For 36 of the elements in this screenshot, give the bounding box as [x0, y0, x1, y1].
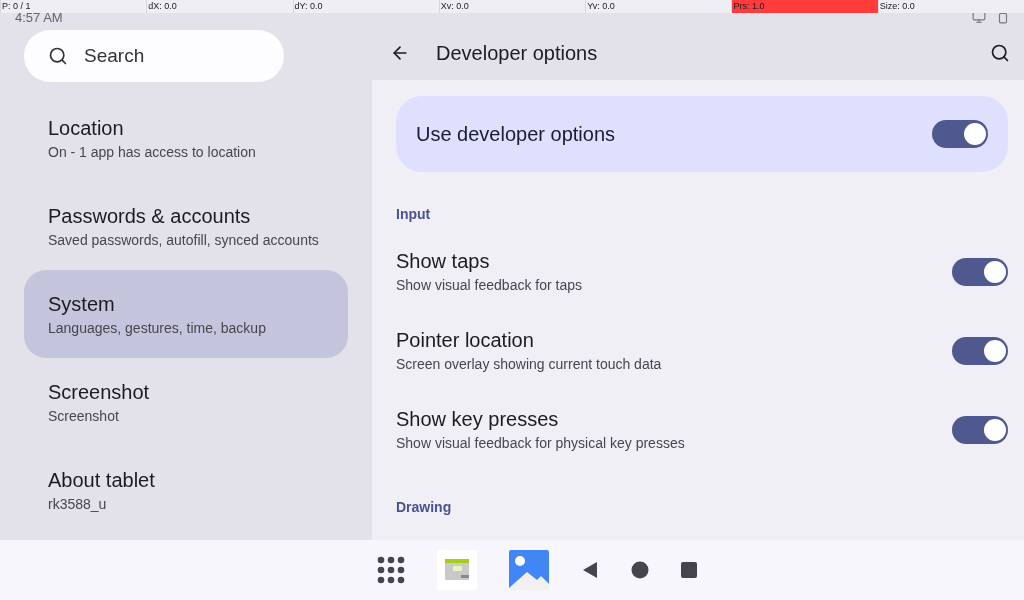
battery-icon — [996, 10, 1010, 24]
search-field[interactable]: Search — [24, 30, 284, 82]
clock: 4:57 AM — [15, 10, 63, 26]
sidebar-item[interactable]: System Languages, gestures, time, backup — [24, 270, 348, 358]
setting-title: Use developer options — [416, 122, 615, 146]
search-icon — [48, 46, 68, 66]
pointer-readout: dY: 0.0 — [292, 0, 439, 13]
search-button[interactable] — [990, 43, 1010, 63]
pointer-readout: Prs: 1.0 — [731, 0, 878, 13]
page-title: Developer options — [436, 41, 599, 65]
section-heading: Drawing — [396, 499, 453, 515]
back-nav-button[interactable] — [581, 561, 599, 579]
gallery-app-icon[interactable] — [509, 550, 549, 590]
toggle-switch[interactable] — [952, 336, 1008, 365]
sidebar-item[interactable]: About tablet rk3588_u — [24, 446, 348, 534]
sidebar-item[interactable]: Screenshot Screenshot — [24, 358, 348, 446]
pointer-readout: Size: 0.0 — [877, 0, 1024, 13]
home-button[interactable] — [631, 561, 649, 579]
setting-summary: Show visual feedback for taps — [396, 277, 582, 293]
toggle-switch[interactable] — [952, 257, 1008, 286]
section-heading: Input — [396, 206, 432, 222]
pointer-readout: P: 0 / 1 — [0, 0, 147, 13]
pointer-readout: Yv: 0.0 — [585, 0, 732, 13]
setting-title: Show key presses — [396, 408, 560, 431]
monitor-icon — [972, 10, 986, 24]
setting-summary: Show visual feedback for physical key presses — [396, 435, 685, 451]
pointer-readout: dX: 0.0 — [146, 0, 293, 13]
app-drawer-icon[interactable] — [377, 556, 405, 584]
sidebar-item[interactable]: Location On - 1 app has access to location — [24, 94, 348, 182]
toggle-switch[interactable] — [952, 415, 1008, 444]
setting-summary: Screen overlay showing current touch data — [396, 356, 662, 372]
setting-title: Show taps — [396, 250, 491, 273]
sidebar-item[interactable]: Passwords & accounts Saved passwords, autofill, synced accounts — [24, 182, 348, 270]
pointer-readout: Xv: 0.0 — [438, 0, 586, 13]
toggle-switch[interactable] — [932, 120, 988, 148]
setting-title: Pointer location — [396, 329, 535, 352]
